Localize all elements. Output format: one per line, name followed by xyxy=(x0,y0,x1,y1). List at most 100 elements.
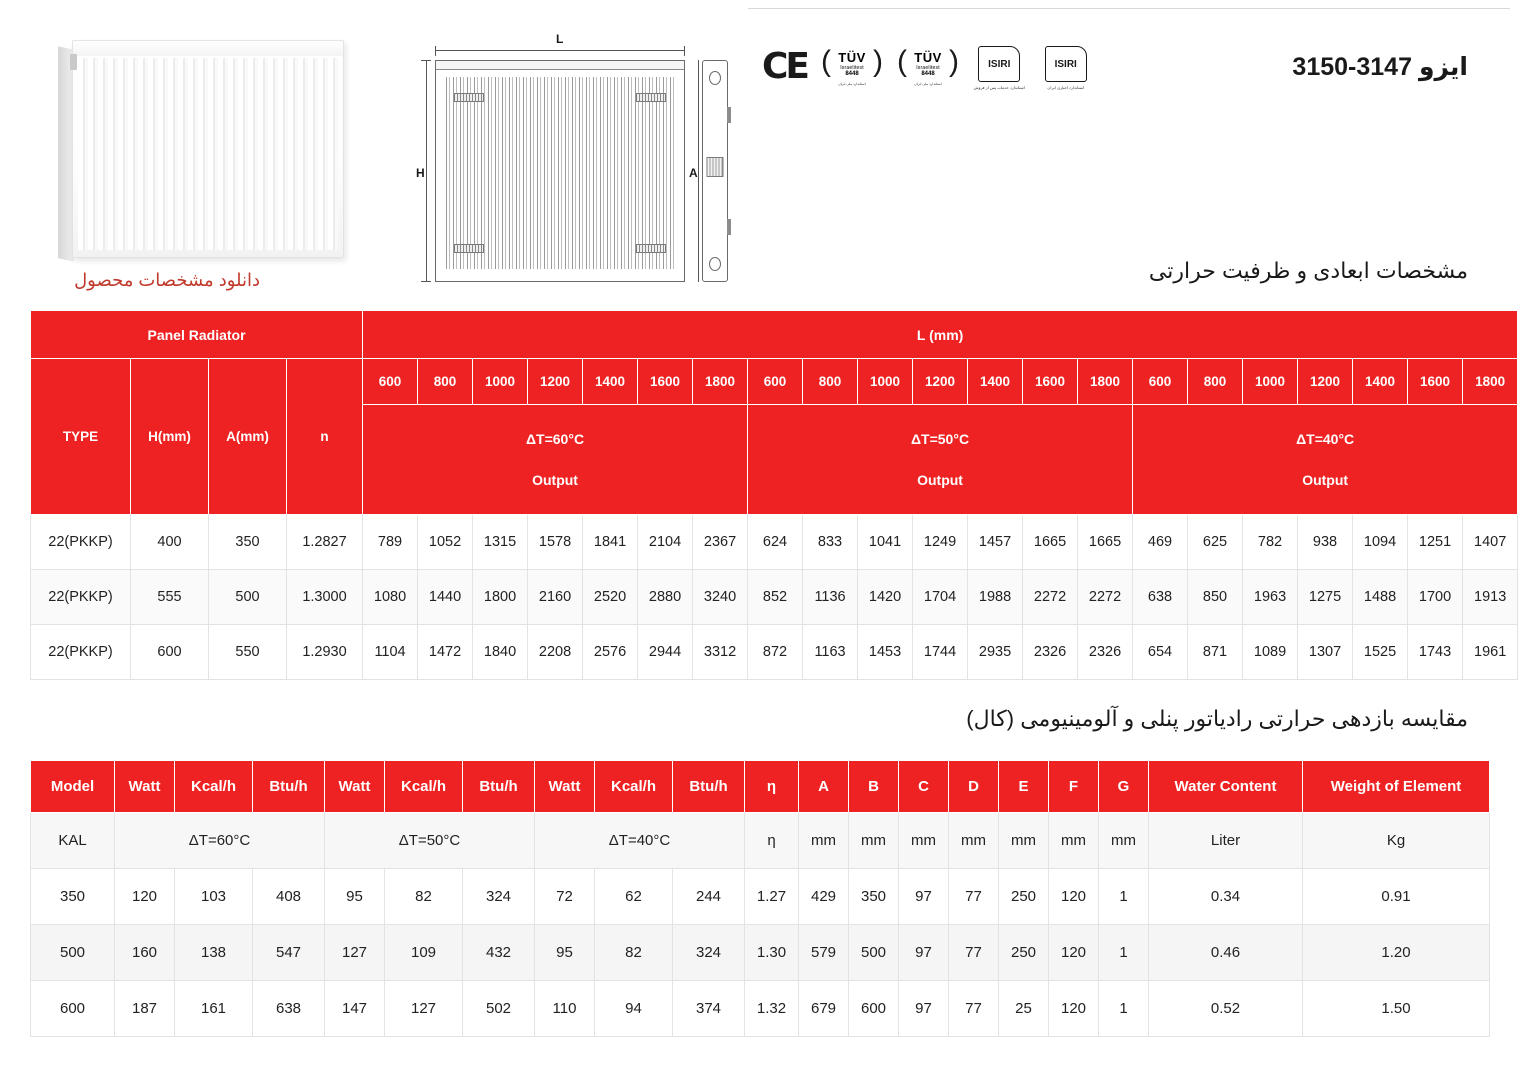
header-e-15: E xyxy=(998,760,1049,813)
header-length-1400-group3: 1400 xyxy=(1352,358,1409,405)
cell-dt40-2: 244 xyxy=(672,868,745,925)
cell-type: 22(PKKP) xyxy=(30,569,131,625)
header-length-1000-group2: 1000 xyxy=(857,358,914,405)
cell-weight-element: 1.20 xyxy=(1302,924,1490,981)
drawing-bracket-tr xyxy=(636,93,666,102)
cell-dim-A: 679 xyxy=(798,980,849,1037)
header-length-1200-group2: 1200 xyxy=(912,358,969,405)
cell-output-dt60-1200: 1578 xyxy=(527,514,584,570)
download-specs-link[interactable]: دانلود مشخصات محصول xyxy=(30,270,260,291)
delta-temp-label: ΔT=40°C xyxy=(1296,430,1355,447)
cell-dt50-2: 432 xyxy=(462,924,535,981)
header-watt-1: Watt xyxy=(114,760,175,813)
header-divider xyxy=(748,8,1510,9)
cell-output-dt50-1600: 2326 xyxy=(1022,624,1079,680)
cell-output-dt40-1800: 1913 xyxy=(1462,569,1518,625)
isiri-mark-1-icon: ISIRI استاندارد خدمات پس از فروش xyxy=(973,46,1025,91)
header-btu-h-9: Btu/h xyxy=(672,760,745,813)
cell-unit-mm-6: mm xyxy=(1048,812,1099,869)
cell-weight-element: 1.50 xyxy=(1302,980,1490,1037)
header-delta-group-3: ΔT=40°C Output xyxy=(1132,404,1518,515)
cell-output-dt60-1600: 2104 xyxy=(637,514,694,570)
cell-output-dt50-1000: 1041 xyxy=(857,514,914,570)
cell-dt60-0: 120 xyxy=(114,868,175,925)
output-label: Output xyxy=(532,471,578,488)
header-length-1800-group1: 1800 xyxy=(692,358,749,405)
cell-dt60-2: 547 xyxy=(252,924,325,981)
cell-output-dt60-1800: 3240 xyxy=(692,569,749,625)
tuv-mark-1-icon: TÜV Israelitest 8448 استاندارد ملی ایران xyxy=(821,46,883,87)
header-panel-radiator: Panel Radiator xyxy=(29,310,364,359)
drawing-port-top xyxy=(709,71,721,85)
cell-depth: 500 xyxy=(208,569,287,625)
cell-output-dt50-1400: 1988 xyxy=(967,569,1024,625)
cell-dt50-0: 127 xyxy=(324,924,385,981)
cell-output-dt60-1200: 2208 xyxy=(527,624,584,680)
cell-dim-G: 1 xyxy=(1098,980,1149,1037)
drawing-nameplate xyxy=(706,157,724,177)
dimension-label-height: H xyxy=(416,166,425,180)
cell-dt50-1: 109 xyxy=(384,924,463,981)
cell-output-dt60-800: 1472 xyxy=(417,624,474,680)
header-btu-h-6: Btu/h xyxy=(462,760,535,813)
header-g-17: G xyxy=(1098,760,1149,813)
cell-unit-mm-1: mm xyxy=(798,812,849,869)
cell-type: 22(PKKP) xyxy=(30,624,131,680)
header-length-1400-group1: 1400 xyxy=(582,358,639,405)
dimension-label-length: L xyxy=(556,32,564,46)
header-watt-4: Watt xyxy=(324,760,385,813)
cell-dt60-0: 160 xyxy=(114,924,175,981)
delta-temp-label: ΔT=50°C xyxy=(910,430,970,447)
drawing-bracket-tl xyxy=(454,93,484,102)
cell-dim-C: 97 xyxy=(898,868,949,925)
cell-dim-D: 77 xyxy=(948,924,999,981)
cell-output-dt40-1600: 1251 xyxy=(1407,514,1464,570)
header-spec-n: n xyxy=(285,358,364,515)
drawing-tab-bottom xyxy=(727,219,731,235)
cell-output-dt60-600: 1104 xyxy=(362,624,419,680)
table-row: TYPE H(mm) A(mm) n 600 800 1000 1200 1400 1600 180… xyxy=(30,358,1518,515)
drawing-port-bottom xyxy=(709,257,721,271)
dim-tick-height-bottom xyxy=(421,281,431,282)
cell-output-dt60-1800: 3312 xyxy=(692,624,749,680)
cell-dt50-2: 324 xyxy=(462,868,535,925)
cell-n: 1.2827 xyxy=(285,514,364,570)
cell-output-dt40-1000: 1963 xyxy=(1242,569,1299,625)
header-length-1600-group3: 1600 xyxy=(1407,358,1464,405)
cell-model: 500 xyxy=(30,924,115,981)
tuv-mark-2-icon: TÜV Israelitest 8448 استاندارد ملی ایران xyxy=(897,46,959,87)
cell-unit-mm-4: mm xyxy=(948,812,999,869)
header-c-13: C xyxy=(898,760,949,813)
cell-dt60-2: 408 xyxy=(252,868,325,925)
cell-dt40-1: 82 xyxy=(594,924,673,981)
cell-output-dt60-1400: 2576 xyxy=(582,624,639,680)
cell-output-dt60-1000: 1315 xyxy=(472,514,529,570)
dim-tick-height-top xyxy=(421,60,431,61)
cell-output-dt50-800: 1136 xyxy=(802,569,859,625)
comparison-table-body: KAL ΔT=60°C ΔT=50°C ΔT=40°C η mm mm mm mm mm mm mm L… xyxy=(30,812,1490,1037)
cell-height: 600 xyxy=(130,624,209,680)
dim-tick-length-left xyxy=(435,46,436,56)
cell-output-dt40-800: 850 xyxy=(1187,569,1244,625)
output-label: Output xyxy=(917,471,963,488)
header-kcal-h-5: Kcal/h xyxy=(384,760,463,813)
cell-output-dt40-1800: 1407 xyxy=(1462,514,1518,570)
cell-output-dt40-1800: 1961 xyxy=(1462,624,1518,680)
cell-dt40-0: 72 xyxy=(534,868,595,925)
cell-dt60-0: 187 xyxy=(114,980,175,1037)
cell-dim-C: 97 xyxy=(898,924,949,981)
cell-unit-dt50: ΔT=50°C xyxy=(324,812,535,869)
cell-dt50-0: 147 xyxy=(324,980,385,1037)
dim-line-length xyxy=(435,50,685,51)
cell-eta: 1.32 xyxy=(744,980,799,1037)
cell-unit-model: KAL xyxy=(30,812,115,869)
header-length-1000-group1: 1000 xyxy=(472,358,529,405)
header-length-1600-group1: 1600 xyxy=(637,358,694,405)
header-length-800-group1: 800 xyxy=(417,358,474,405)
cell-output-dt40-1400: 1094 xyxy=(1352,514,1409,570)
dimensions-capacity-table: Panel Radiator L (mm) TYPE H(mm) A(mm) n 600 8… xyxy=(29,310,1518,680)
cell-dt60-1: 161 xyxy=(174,980,253,1037)
header-η-10: η xyxy=(744,760,799,813)
cell-dt50-0: 95 xyxy=(324,868,385,925)
dimensions-table-body: 22(PKKP) 400 350 1.2827 789 1052 1315 1578 1841 2… xyxy=(30,514,1518,680)
